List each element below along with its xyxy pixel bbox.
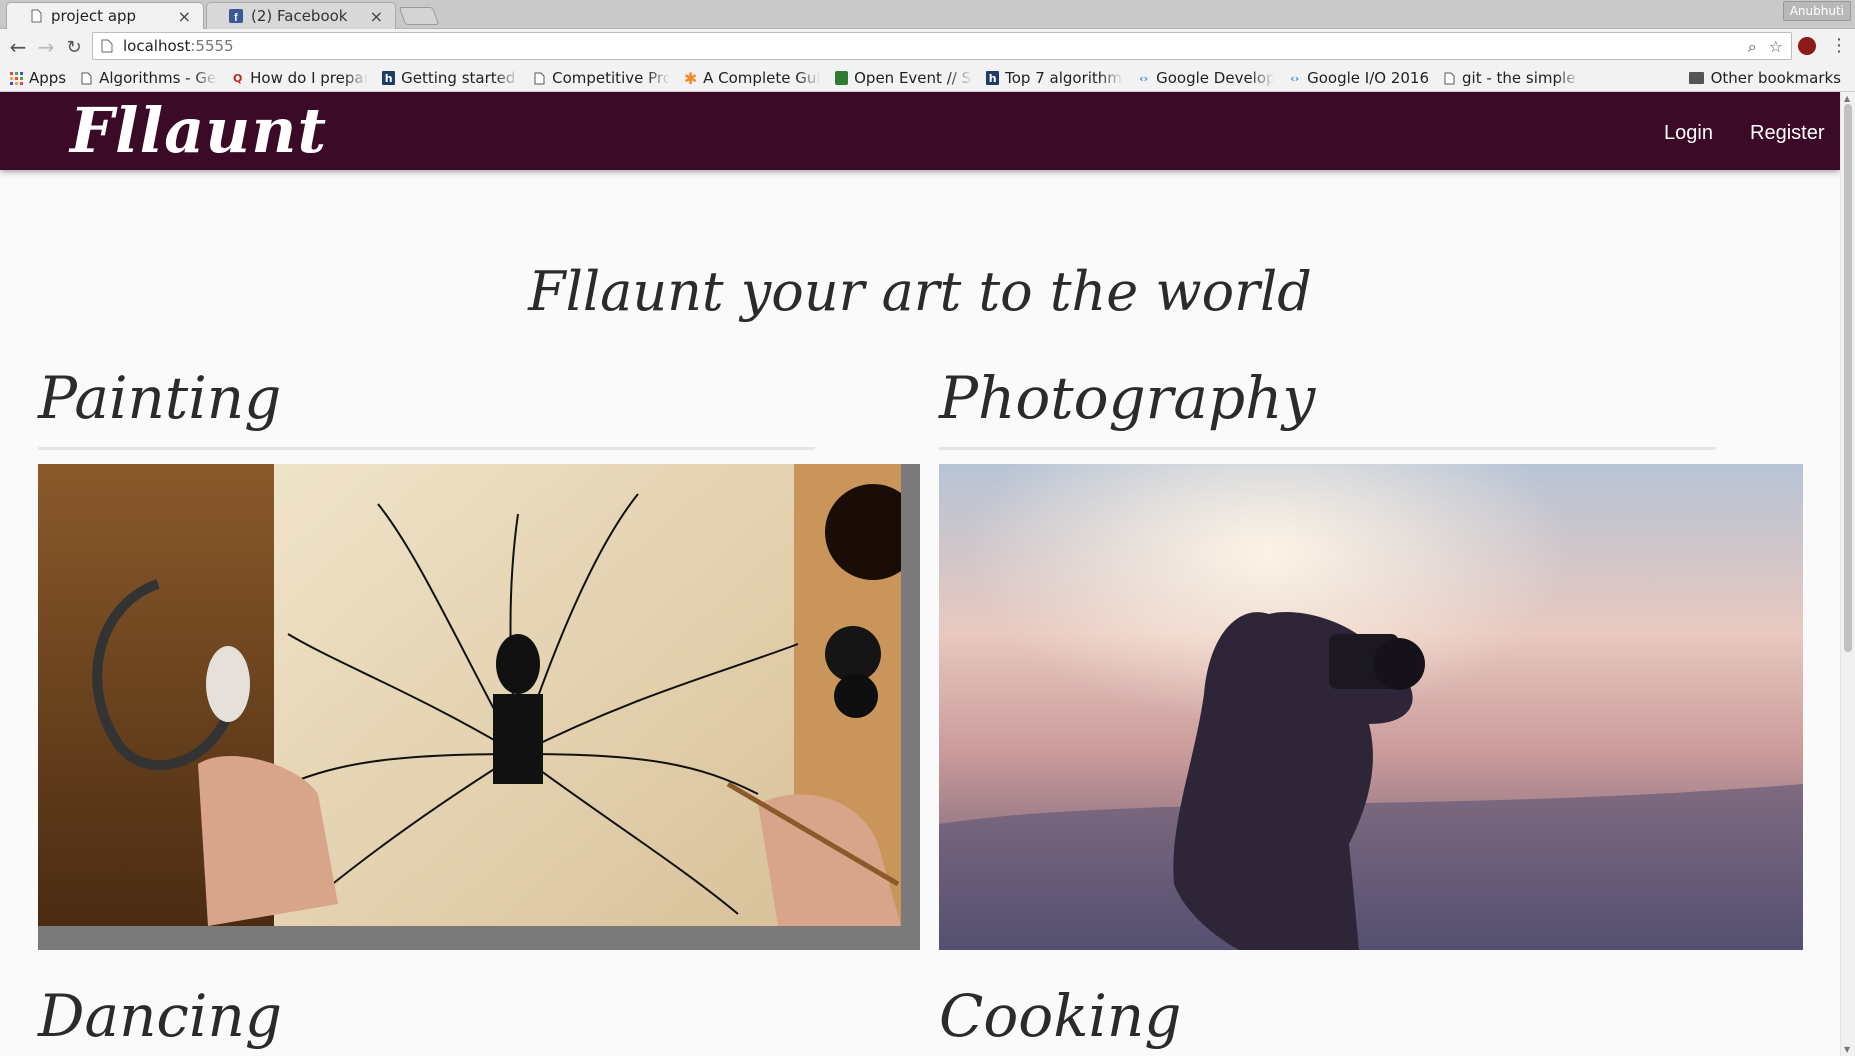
folder-icon (1688, 72, 1704, 84)
login-link[interactable]: Login (1664, 122, 1713, 145)
bookmark-item[interactable]: Competitive Prog (533, 69, 670, 87)
reload-icon[interactable]: ↻ (60, 33, 88, 61)
bookmark-item[interactable]: Q How do I prepare (231, 69, 368, 87)
site-navbar: Fllaunt Login Register (0, 92, 1840, 170)
tab-strip: project app × f (2) Facebook × Anubhuti (0, 0, 1855, 29)
bookmark-label: A Complete Guid (703, 69, 822, 87)
close-icon[interactable]: × (370, 7, 383, 26)
new-tab-button[interactable] (398, 7, 440, 25)
page-scrollbar[interactable]: ▲ ▼ (1840, 92, 1855, 1056)
bookmark-item[interactable]: ‹› Google Develope (1137, 69, 1274, 87)
bookmark-item[interactable]: Open Event // Sp (835, 69, 972, 87)
bookmark-item[interactable]: h Getting started w (382, 69, 519, 87)
page-icon (31, 9, 42, 23)
apps-grid-icon (10, 71, 23, 85)
scrollbar-thumb[interactable] (1844, 104, 1852, 652)
bookmark-apps[interactable]: Apps (10, 69, 66, 87)
register-link[interactable]: Register (1750, 122, 1824, 145)
tab-facebook[interactable]: f (2) Facebook × (206, 2, 396, 29)
scroll-up-icon[interactable]: ▲ (1844, 94, 1850, 103)
photography-image[interactable] (939, 464, 1803, 950)
page-icon (80, 71, 93, 85)
code-icon: ‹› (1290, 71, 1300, 85)
bookmark-item[interactable]: h Top 7 algorithms (986, 69, 1123, 87)
facebook-icon: f (229, 9, 243, 23)
url-port: :5555 (190, 37, 234, 55)
extension-icon[interactable] (1798, 37, 1816, 55)
bookmark-label: Apps (29, 69, 67, 87)
bookmark-label: Algorithms - Geeks (99, 69, 217, 87)
painting-artwork (38, 464, 901, 926)
address-bar[interactable]: localhost:5555 ⌕ ☆ (92, 32, 1792, 60)
asterisk-icon: ✱ (684, 69, 698, 87)
bookmark-label: git - the simple g (1462, 69, 1581, 87)
bookmark-item[interactable]: ‹› Google I/O 2016 (1288, 69, 1429, 87)
event-icon (835, 71, 849, 85)
code-icon: ‹› (1139, 71, 1149, 85)
bookmark-item[interactable]: ✱ A Complete Guid (684, 69, 821, 87)
browser-toolbar: ← → ↻ localhost:5555 ⌕ ☆ ⋮ (0, 29, 1855, 65)
category-title-cooking: Cooking (939, 982, 1182, 1050)
divider (38, 447, 815, 450)
site-logo[interactable]: Fllaunt (70, 94, 327, 167)
close-icon[interactable]: × (178, 7, 191, 26)
bookmark-label: Top 7 algorithms (1005, 69, 1124, 87)
divider (939, 447, 1716, 450)
zoom-icon[interactable]: ⌕ (1748, 37, 1757, 57)
hero-tagline: Fllaunt your art to the world (528, 260, 1312, 323)
category-title-dancing: Dancing (38, 982, 282, 1050)
page-icon (1443, 71, 1456, 85)
bookmark-item[interactable]: Algorithms - Geeks (80, 69, 217, 87)
photography-artwork (939, 464, 1803, 950)
tab-title: project app (51, 7, 137, 25)
page-viewport: Fllaunt Login Register Fllaunt your art … (0, 92, 1840, 1056)
other-bookmarks-label: Other bookmarks (1710, 69, 1841, 87)
bookmark-label: Google I/O 2016 (1307, 69, 1430, 87)
back-arrow-icon[interactable]: ← (4, 33, 32, 61)
url-host: localhost (123, 37, 191, 55)
profile-button[interactable]: Anubhuti (1782, 1, 1851, 21)
tab-project-app[interactable]: project app × (6, 2, 204, 29)
bookmarks-bar: Apps Algorithms - Geeks Q How do I prepa… (0, 65, 1855, 92)
painting-image[interactable] (38, 464, 920, 950)
menu-icon[interactable]: ⋮ (1830, 35, 1848, 56)
scroll-down-icon[interactable]: ▼ (1844, 1045, 1850, 1054)
svg-text:f: f (234, 12, 238, 23)
category-title-painting: Painting (38, 364, 282, 432)
forward-arrow-icon[interactable]: → (32, 33, 60, 61)
tab-title: (2) Facebook (251, 7, 348, 25)
star-bookmark-icon[interactable]: ☆ (1769, 37, 1783, 57)
category-title-photography: Photography (939, 364, 1316, 432)
bookmark-label: Getting started w (401, 69, 519, 87)
bookmark-item[interactable]: git - the simple g (1443, 69, 1580, 87)
quora-icon: Q (232, 71, 243, 85)
other-bookmarks[interactable]: Other bookmarks (1688, 69, 1841, 87)
page-icon (101, 39, 113, 53)
bookmark-label: Open Event // Sp (854, 69, 973, 87)
hashnode-icon: h (382, 71, 396, 85)
hashnode-icon: h (986, 71, 1000, 85)
bookmark-label: Competitive Prog (552, 69, 671, 87)
bookmark-label: Google Develope (1156, 69, 1275, 87)
page-icon (533, 71, 546, 85)
bookmark-label: How do I prepare (250, 69, 369, 87)
